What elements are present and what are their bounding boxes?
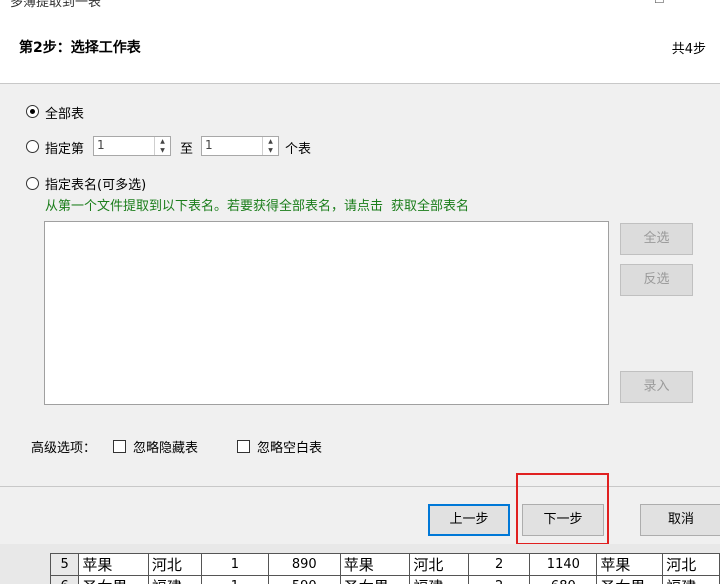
wizard-footer: 上一步 下一步 取消 (0, 486, 720, 544)
all-sheets-label[interactable]: 全部表 (45, 103, 84, 122)
ignore-hidden-checkbox[interactable] (113, 440, 126, 453)
table-cell[interactable]: 2 (467, 575, 531, 584)
table-cell[interactable]: 福建 (147, 575, 202, 584)
table-cell[interactable]: 890 (267, 553, 341, 576)
window-titlebar: 多簿提取到一表 ☐ (0, 0, 720, 8)
radio-sheet-range[interactable] (26, 140, 39, 153)
range-from-value: 1 (97, 138, 105, 152)
table-cell[interactable]: 苹果 (339, 553, 411, 576)
step-total: 共4步 (671, 42, 706, 57)
prev-step-button[interactable]: 上一步 (428, 504, 510, 536)
table-cell[interactable]: 2 (467, 553, 531, 576)
window-title: 多簿提取到一表 (10, 0, 102, 8)
table-cell[interactable]: 680 (529, 575, 598, 584)
table-cell[interactable]: 圣女果 (78, 575, 149, 584)
table-cell[interactable]: 福建 (662, 575, 720, 584)
table-cell[interactable]: 河北 (409, 553, 469, 576)
advanced-options-label: 高级选项： (31, 441, 97, 456)
range-prefix-label[interactable]: 指定第 (45, 138, 84, 157)
range-suffix-label: 个表 (285, 142, 312, 157)
table-cell[interactable]: 河北 (662, 553, 720, 576)
invert-selection-button[interactable]: 反选 (620, 264, 693, 296)
sheet-name-listbox[interactable] (44, 221, 609, 405)
range-to-word: 至 (180, 142, 194, 157)
table-cell[interactable]: 河北 (147, 553, 202, 576)
table-cell[interactable]: 1140 (529, 553, 598, 576)
ignore-blank-label[interactable]: 忽略空白表 (257, 437, 322, 456)
enter-button[interactable]: 录入 (620, 371, 693, 403)
table-cell[interactable]: 福建 (409, 575, 469, 584)
cancel-button[interactable]: 取消 (640, 504, 720, 536)
hint-message: 从第一个文件提取到以下表名。若要获得全部表名，请点击 (45, 199, 384, 214)
table-cell[interactable]: 圣女果 (596, 575, 664, 584)
radio-all-sheets[interactable] (26, 105, 39, 118)
background-spreadsheet: 5 苹果 河北 1 890 苹果 河北 2 1140 苹果 河北 6 圣女果 福… (0, 544, 720, 584)
table-cell[interactable]: 1 (200, 553, 269, 576)
get-all-names-link[interactable]: 获取全部表名 (391, 199, 469, 214)
step-title: 第2步：选择工作表 (19, 40, 141, 56)
range-to-value: 1 (205, 138, 213, 152)
hint-text: 从第一个文件提取到以下表名。若要获得全部表名，请点击 获取全部表名 (45, 195, 469, 214)
spreadsheet-table: 5 苹果 河北 1 890 苹果 河北 2 1140 苹果 河北 6 圣女果 福… (49, 553, 720, 584)
close-icon[interactable]: ☐ (654, 0, 665, 6)
stepper-arrows-icon[interactable]: ▲ ▼ (154, 137, 170, 155)
table-cell[interactable]: 590 (267, 575, 341, 584)
range-to-stepper[interactable]: 1 ▲ ▼ (201, 136, 279, 156)
table-row: 5 苹果 河北 1 890 苹果 河北 2 1140 苹果 河北 (49, 553, 720, 576)
wizard-header: 第2步：选择工作表 共4步 (0, 8, 720, 84)
table-cell[interactable]: 圣女果 (339, 575, 411, 584)
named-sheets-label[interactable]: 指定表名(可多选) (45, 174, 146, 193)
row-header[interactable]: 6 (49, 575, 80, 584)
next-step-highlight (516, 473, 609, 545)
table-row: 6 圣女果 福建 1 590 圣女果 福建 2 680 圣女果 福建 (49, 575, 720, 584)
ignore-blank-checkbox[interactable] (237, 440, 250, 453)
stepper-arrows-icon[interactable]: ▲ ▼ (262, 137, 278, 155)
table-cell[interactable]: 苹果 (596, 553, 664, 576)
table-cell[interactable]: 苹果 (78, 553, 149, 576)
range-from-stepper[interactable]: 1 ▲ ▼ (93, 136, 171, 156)
ignore-hidden-label[interactable]: 忽略隐藏表 (133, 437, 198, 456)
table-cell[interactable]: 1 (200, 575, 269, 584)
radio-named-sheets[interactable] (26, 177, 39, 190)
select-all-button[interactable]: 全选 (620, 223, 693, 255)
wizard-body: 全部表 指定第 1 ▲ ▼ 至 1 ▲ ▼ 个表 指定表名(可多选) 从第一个文件提… (0, 84, 720, 486)
row-header[interactable]: 5 (49, 553, 80, 576)
